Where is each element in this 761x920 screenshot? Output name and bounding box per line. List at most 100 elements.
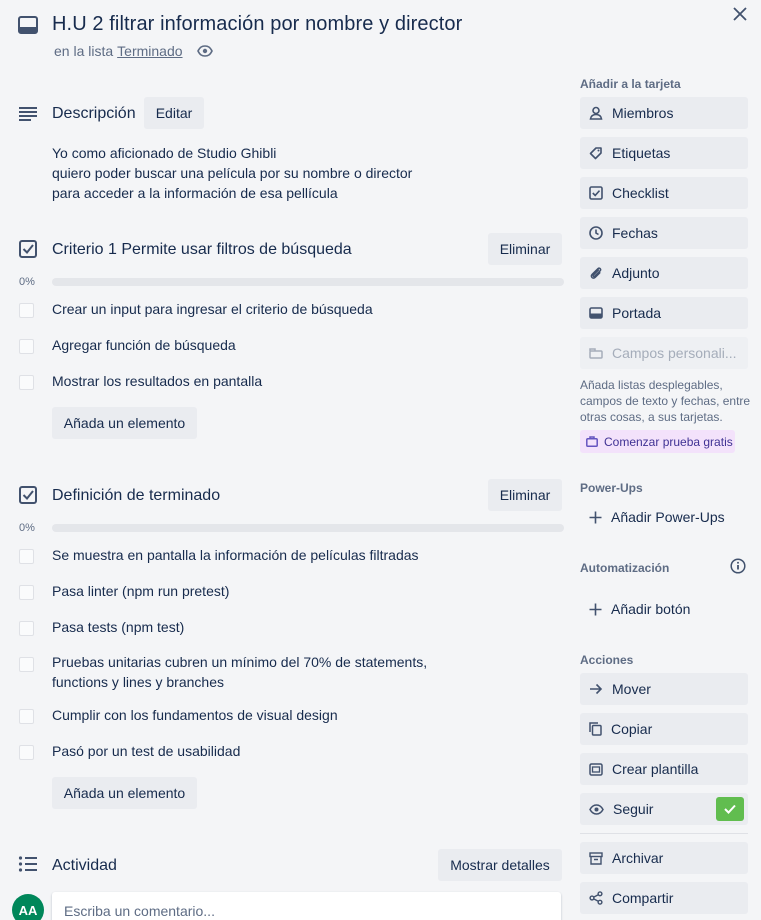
cover-button[interactable]: Portada [580, 297, 748, 329]
close-icon[interactable] [728, 2, 752, 26]
tag-icon [589, 146, 603, 160]
labels-label: Etiquetas [612, 145, 671, 161]
checklist-item[interactable]: Pasó por un test de usabilidad [52, 741, 240, 761]
copy-button[interactable]: Copiar [580, 713, 748, 745]
attachment-button[interactable]: Adjunto [580, 257, 748, 289]
archive-button[interactable]: Archivar [580, 842, 748, 874]
checklist-item-checkbox[interactable] [19, 375, 34, 390]
checklist-item-checkbox[interactable] [19, 339, 34, 354]
checkbox-icon [589, 186, 603, 200]
description-line: para acceder a la información de esa pel… [52, 185, 338, 201]
list-link[interactable]: Terminado [117, 43, 182, 59]
follow-label: Seguir [613, 801, 654, 817]
add-powerups-button[interactable]: Añadir Power-Ups [580, 501, 748, 533]
checklist-progress-bar [52, 278, 564, 286]
checklist-item-checkbox[interactable] [19, 657, 34, 672]
move-label: Mover [612, 681, 651, 697]
labels-button[interactable]: Etiquetas [580, 137, 748, 169]
comment-input[interactable]: Escriba un comentario... [52, 892, 561, 920]
edit-description-button[interactable]: Editar [144, 97, 204, 129]
actions-heading: Acciones [580, 653, 634, 667]
delete-checklist-button[interactable]: Eliminar [488, 479, 562, 511]
checklist-icon [17, 484, 39, 506]
delete-checklist-button[interactable]: Eliminar [488, 233, 562, 265]
activity-icon [17, 853, 39, 875]
checklist-item[interactable]: Se muestra en pantalla la información de… [52, 545, 419, 565]
custom-fields-label: Campos personali... [612, 345, 737, 361]
checklist-item[interactable]: Pasa tests (npm test) [52, 617, 184, 637]
eye-icon [589, 803, 604, 815]
description-text[interactable]: Yo como aficionado de Studio Ghibli quie… [52, 143, 412, 203]
checklist-item-line: functions y lines y branches [52, 674, 224, 690]
custom-fields-icon [589, 347, 603, 359]
members-label: Miembros [612, 105, 674, 121]
checklist-item-checkbox[interactable] [19, 745, 34, 760]
checklist-item[interactable]: Pasa linter (npm run pretest) [52, 581, 229, 601]
checklist-icon [17, 238, 39, 260]
checklist-title[interactable]: Definición de terminado [52, 487, 220, 505]
checklist-item-checkbox[interactable] [19, 549, 34, 564]
arrow-right-icon [589, 683, 603, 695]
plus-icon [589, 603, 602, 616]
copy-label: Copiar [611, 721, 653, 737]
checklist-item-checkbox[interactable] [19, 621, 34, 636]
checklist-item-checkbox[interactable] [19, 303, 34, 318]
briefcase-icon [586, 436, 598, 447]
checklist-progress-bar [52, 524, 564, 532]
card-title[interactable]: H.U 2 filtrar información por nombre y d… [52, 13, 462, 36]
description-heading: Descripción [52, 105, 136, 122]
checklist-item[interactable]: Pruebas unitarias cubren un mínimo del 7… [52, 652, 427, 692]
add-button-label: Añadir botón [611, 601, 691, 617]
cover-icon [589, 307, 603, 319]
card-icon [17, 15, 39, 35]
add-item-button[interactable]: Añada un elemento [52, 407, 197, 439]
archive-icon [589, 851, 603, 865]
cover-label: Portada [612, 305, 662, 321]
checklist-progress-percent: 0% [19, 522, 35, 534]
checklist-button[interactable]: Checklist [580, 177, 748, 209]
custom-fields-help-text: Añada listas desplegables, campos de tex… [580, 378, 751, 424]
checklist-item-checkbox[interactable] [19, 709, 34, 724]
checklist-item[interactable]: Agregar función de búsqueda [52, 335, 236, 355]
checklist-item-checkbox[interactable] [19, 585, 34, 600]
start-trial-button[interactable]: Comenzar prueba gratis [580, 430, 735, 453]
info-icon[interactable] [730, 558, 746, 574]
dates-label: Fechas [612, 225, 658, 241]
description-icon [17, 103, 39, 125]
share-icon [589, 891, 603, 905]
show-details-button[interactable]: Mostrar detalles [438, 849, 562, 881]
checklist-item-line: Pruebas unitarias cubren un mínimo del 7… [52, 654, 428, 670]
plus-icon [589, 511, 602, 524]
share-button[interactable]: Compartir [580, 882, 748, 914]
checklist-label: Checklist [612, 185, 669, 201]
custom-fields-button: Campos personali... [580, 337, 748, 369]
powerups-heading: Power-Ups [580, 481, 643, 495]
checklist-item[interactable]: Mostrar los resultados en pantalla [52, 371, 262, 391]
start-trial-label: Comenzar prueba gratis [604, 434, 733, 449]
move-button[interactable]: Mover [580, 673, 748, 705]
list-info: en la lista Terminado [54, 43, 213, 59]
members-button[interactable]: Miembros [580, 97, 748, 129]
checklist-title[interactable]: Criterio 1 Permite usar filtros de búsqu… [52, 241, 352, 259]
template-icon [589, 762, 603, 776]
paperclip-icon [589, 266, 603, 280]
avatar[interactable]: AA [12, 894, 44, 920]
add-item-button[interactable]: Añada un elemento [52, 777, 197, 809]
description-line: Yo como aficionado de Studio Ghibli [52, 145, 277, 161]
checklist-item[interactable]: Crear un input para ingresar el criterio… [52, 299, 373, 319]
add-powerups-label: Añadir Power-Ups [611, 509, 725, 525]
archive-label: Archivar [612, 850, 664, 866]
create-template-button[interactable]: Crear plantilla [580, 753, 748, 785]
follow-check-icon [716, 797, 744, 821]
eye-icon[interactable] [196, 45, 213, 57]
attachment-label: Adjunto [612, 265, 660, 281]
share-label: Compartir [612, 890, 674, 906]
checklist-item[interactable]: Cumplir con los fundamentos de visual de… [52, 705, 338, 725]
automation-heading: Automatización [580, 561, 670, 575]
person-icon [589, 106, 603, 120]
add-button-button[interactable]: Añadir botón [580, 593, 748, 625]
create-template-label: Crear plantilla [612, 761, 699, 777]
dates-button[interactable]: Fechas [580, 217, 748, 249]
copy-icon [589, 722, 602, 736]
checklist-progress-percent: 0% [19, 276, 35, 288]
